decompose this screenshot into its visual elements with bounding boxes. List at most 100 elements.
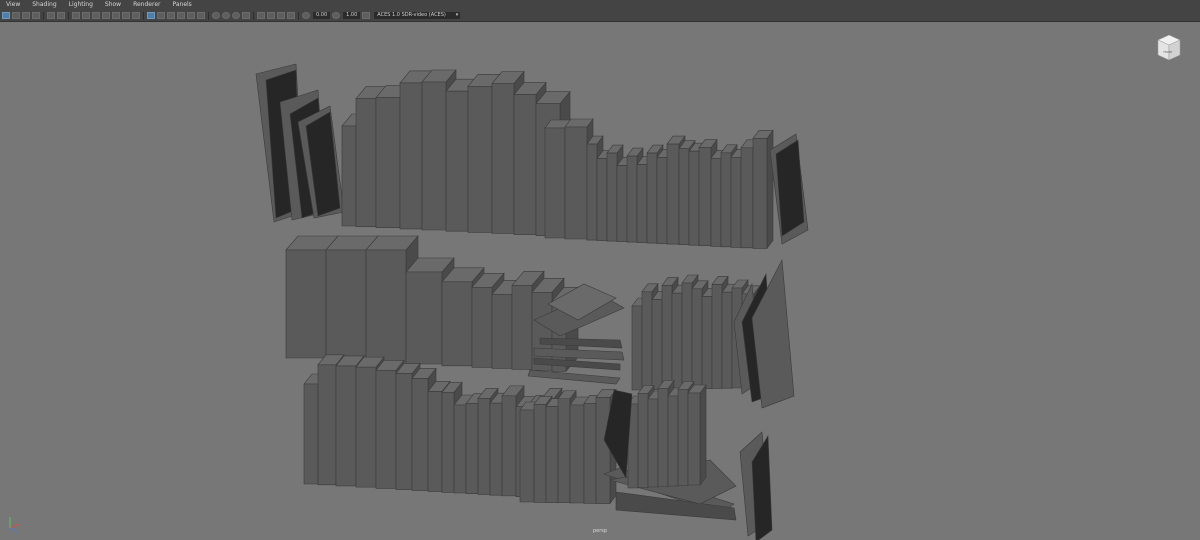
toolbar-separator [143, 11, 144, 20]
image-plane-icon[interactable] [32, 12, 40, 19]
color-management-icon[interactable] [362, 12, 371, 19]
depth-of-field-icon[interactable] [242, 12, 250, 19]
book-front [752, 138, 768, 249]
book-side [766, 129, 774, 250]
book-front [375, 97, 401, 228]
book-front [661, 285, 673, 390]
toolbar-separator [43, 11, 44, 20]
book-front [477, 398, 491, 495]
book-front [631, 305, 643, 391]
bookshelf-scene [255, 63, 809, 540]
book-side [699, 384, 707, 486]
camera-attributes-icon[interactable] [12, 12, 20, 19]
shadows-icon[interactable] [197, 12, 205, 19]
2d-pan-zoom-icon[interactable] [47, 12, 55, 19]
book-front [491, 83, 515, 234]
book-front [688, 150, 700, 246]
book-front [411, 378, 429, 491]
book-front [335, 365, 357, 487]
book-front [489, 402, 503, 496]
3d-viewport[interactable] [0, 22, 1200, 540]
toolbar-separator [298, 11, 299, 20]
grease-pencil-icon[interactable] [57, 12, 65, 19]
xray-joints-icon[interactable] [277, 12, 285, 19]
isolate-select-icon[interactable] [257, 12, 265, 19]
book-front [681, 282, 693, 390]
book-front [405, 271, 443, 365]
book-front [441, 281, 473, 367]
wireframe-on-shaded-icon[interactable] [167, 12, 175, 19]
film-gate-icon[interactable] [82, 12, 90, 19]
menu-renderer[interactable]: Renderer [133, 0, 160, 10]
field-chart-icon[interactable] [112, 12, 120, 19]
book-front [701, 296, 713, 389]
book-front [341, 125, 357, 227]
book-front [533, 403, 547, 503]
book-front [687, 392, 701, 486]
smooth-shade-all-icon[interactable] [157, 12, 165, 19]
bookmark-icon[interactable] [22, 12, 30, 19]
book-front [569, 404, 585, 504]
book-front [355, 98, 377, 227]
menu-view[interactable]: View [6, 0, 20, 10]
book-front [691, 288, 703, 390]
book-front [317, 364, 337, 486]
grid-icon[interactable] [72, 12, 80, 19]
exposure-icon[interactable] [302, 12, 310, 19]
safe-title-icon[interactable] [132, 12, 140, 19]
book-front [513, 94, 537, 235]
book-front [657, 388, 669, 487]
use-all-lights-icon[interactable] [187, 12, 195, 19]
book-front [544, 127, 566, 239]
book-front [678, 148, 690, 245]
viewcube-face-label: FRONT [1164, 50, 1173, 54]
menu-lighting[interactable]: Lighting [69, 0, 93, 10]
book-front [637, 393, 649, 488]
book-front [421, 81, 447, 231]
book-front [711, 284, 723, 389]
motion-blur-icon[interactable] [222, 12, 230, 19]
view-transform-dropdown[interactable]: ACES 1.0 SDR-video (ACES) ▾ [374, 12, 461, 19]
book-front [441, 391, 455, 493]
screen-space-ao-icon[interactable] [212, 12, 220, 19]
book-front [375, 370, 397, 489]
anti-aliasing-icon[interactable] [232, 12, 240, 19]
book-front [740, 147, 754, 249]
gate-mask-icon[interactable] [102, 12, 110, 19]
safe-action-icon[interactable] [122, 12, 130, 19]
book-front [666, 143, 680, 245]
book-front [636, 164, 648, 243]
wireframe-icon[interactable] [147, 12, 155, 19]
menu-shading[interactable]: Shading [32, 0, 56, 10]
menu-panels[interactable]: Panels [172, 0, 191, 10]
book-front [303, 383, 319, 485]
book-front [647, 398, 659, 488]
book-front [651, 299, 663, 390]
gamma-icon[interactable] [332, 12, 341, 19]
viewcube[interactable]: FRONT [1156, 33, 1182, 63]
book-front [710, 158, 722, 247]
gamma-field[interactable]: 1.00 [343, 12, 361, 19]
book-front [595, 397, 611, 504]
exposure-field[interactable]: 0.00 [313, 12, 331, 19]
book-front [355, 366, 377, 488]
book-front [545, 406, 559, 503]
book-front [646, 152, 658, 244]
book-front [465, 403, 479, 495]
book-front [671, 292, 683, 390]
book-front [399, 82, 423, 230]
xray-active-icon[interactable] [287, 12, 295, 19]
book-front [656, 157, 668, 244]
textured-icon[interactable] [177, 12, 185, 19]
book-front [721, 291, 733, 389]
book-front [501, 395, 517, 497]
book-front [467, 86, 493, 233]
book-front [445, 90, 469, 232]
xray-icon[interactable] [267, 12, 275, 19]
toolbar-separator [253, 11, 254, 20]
menu-show[interactable]: Show [105, 0, 121, 10]
book-front [641, 291, 653, 391]
resolution-gate-icon[interactable] [92, 12, 100, 19]
select-camera-icon[interactable] [2, 12, 10, 19]
book-front [667, 395, 679, 487]
